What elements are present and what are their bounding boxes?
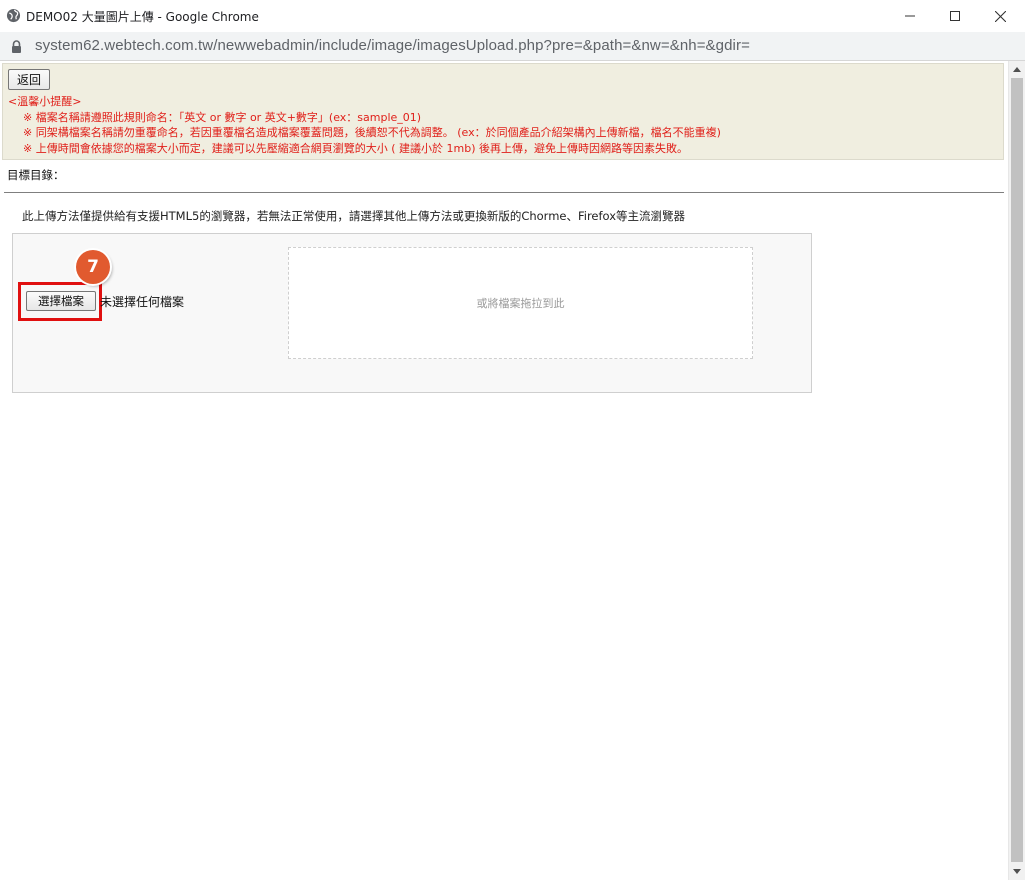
scroll-down-icon bbox=[1013, 869, 1021, 874]
tips-heading: <溫馨小提醒> bbox=[8, 95, 82, 108]
html5-support-note: 此上傳方法僅提供給有支援HTML5的瀏覽器，若無法正常使用，請選擇其他上傳方法或… bbox=[22, 209, 686, 223]
back-button[interactable]: 返回 bbox=[8, 69, 50, 90]
target-directory-label: 目標目錄： bbox=[7, 168, 65, 182]
choose-file-button[interactable]: 選擇檔案 bbox=[26, 291, 96, 311]
globe-icon bbox=[6, 8, 21, 23]
step-badge: 7 bbox=[76, 250, 110, 284]
minimize-button[interactable] bbox=[885, 0, 935, 32]
scroll-down-button[interactable] bbox=[1009, 863, 1025, 880]
close-icon bbox=[994, 10, 1006, 22]
address-bar[interactable]: system62.webtech.com.tw/newwebadmin/incl… bbox=[0, 32, 1025, 61]
url-text[interactable]: system62.webtech.com.tw/newwebadmin/incl… bbox=[35, 37, 750, 54]
window-titlebar: DEMO02 大量圖片上傳 - Google Chrome bbox=[0, 0, 1025, 33]
scrollbar-thumb[interactable] bbox=[1011, 78, 1023, 862]
close-button[interactable] bbox=[975, 0, 1025, 32]
maximize-button[interactable] bbox=[930, 0, 980, 32]
lock-icon bbox=[12, 40, 21, 53]
vertical-scrollbar[interactable] bbox=[1008, 61, 1025, 880]
tips-line-3: ※ 上傳時間會依據您的檔案大小而定，建議可以先壓縮適合網頁瀏覽的大小 ( 建議小… bbox=[23, 141, 688, 155]
scroll-up-icon bbox=[1013, 67, 1021, 72]
minimize-icon bbox=[905, 15, 915, 17]
section-divider bbox=[4, 192, 1004, 193]
window-title: DEMO02 大量圖片上傳 - Google Chrome bbox=[26, 10, 259, 24]
tips-block: <溫馨小提醒> ※ 檔案名稱請遵照此規則命名：「英文 or 數字 or 英文+數… bbox=[8, 94, 721, 156]
file-dropzone[interactable]: 或將檔案拖拉到此 bbox=[288, 247, 753, 359]
notice-panel: 返回 <溫馨小提醒> ※ 檔案名稱請遵照此規則命名：「英文 or 數字 or 英… bbox=[2, 63, 1004, 160]
tips-line-2: ※ 同架構檔案名稱請勿重覆命名，若因重覆檔名造成檔案覆蓋問題，後續恕不代為調整。… bbox=[23, 126, 721, 139]
upload-panel: 選擇檔案 7 未選擇任何檔案 或將檔案拖拉到此 bbox=[12, 233, 812, 393]
dropzone-text: 或將檔案拖拉到此 bbox=[476, 297, 565, 310]
no-file-selected-text: 未選擇任何檔案 bbox=[100, 295, 185, 309]
tips-line-1: ※ 檔案名稱請遵照此規則命名：「英文 or 數字 or 英文+數字」(ex：sa… bbox=[23, 110, 422, 124]
page-viewport: 返回 <溫馨小提醒> ※ 檔案名稱請遵照此規則命名：「英文 or 數字 or 英… bbox=[0, 61, 1008, 880]
scroll-up-button[interactable] bbox=[1009, 61, 1025, 78]
maximize-icon bbox=[950, 11, 960, 21]
